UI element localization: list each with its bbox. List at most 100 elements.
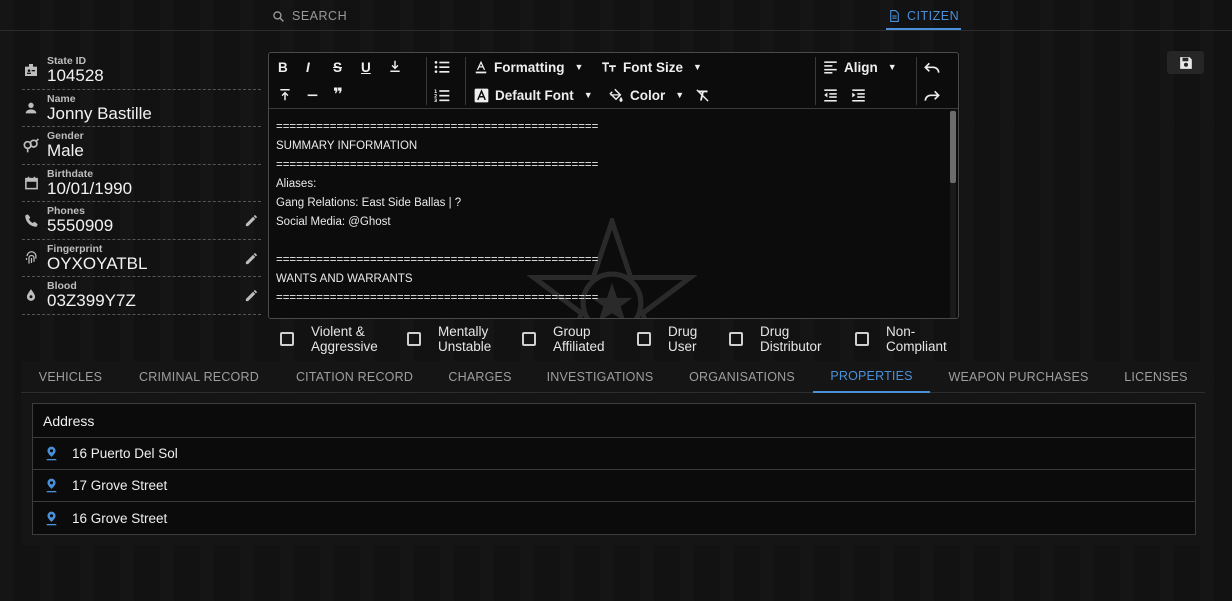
subscript-icon[interactable] <box>388 57 402 75</box>
scrollbar-thumb[interactable] <box>950 111 956 183</box>
table-row[interactable]: 16 Puerto Del Sol <box>33 438 1195 470</box>
editor-line: ========================================… <box>276 254 599 266</box>
numbered-list-icon[interactable]: 123 <box>434 86 450 104</box>
editor-line: ========================================… <box>276 121 599 133</box>
birthdate-row: Birthdate 10/01/1990 <box>22 165 261 202</box>
horizontal-rule-icon[interactable] <box>306 86 319 104</box>
person-icon <box>22 99 40 117</box>
flag-non-compliant[interactable]: Non- Compliant <box>855 324 966 354</box>
flag-label: Affiliated <box>553 339 605 354</box>
default-font-label: Default Font <box>495 87 574 103</box>
color-dropdown[interactable]: Color ▼ <box>608 86 684 104</box>
align-label: Align <box>844 59 878 75</box>
italic-icon[interactable]: I <box>306 58 310 76</box>
state-id-value: 104528 <box>47 66 104 85</box>
id-badge-icon <box>22 61 40 79</box>
editor-line: Social Media: @Ghost <box>276 216 391 228</box>
table-row[interactable]: 17 Grove Street <box>33 470 1195 502</box>
flag-violent-aggressive[interactable]: Violent & Aggressive <box>280 324 391 354</box>
tab-organisations[interactable]: ORGANISATIONS <box>671 361 813 393</box>
flag-group-affiliated[interactable]: Group Affiliated <box>522 324 633 354</box>
notes-rich-text-editor: B I S U Formatting ▼ Font Size ▼ Align ▼… <box>268 52 959 319</box>
checkbox[interactable] <box>729 332 743 346</box>
tab-citation-record[interactable]: CITATION RECORD <box>278 361 431 393</box>
toolbar-divider <box>426 57 427 105</box>
checkbox[interactable] <box>522 332 536 346</box>
edit-phones-icon[interactable] <box>244 213 259 228</box>
flag-label: Unstable <box>438 339 492 354</box>
checkbox[interactable] <box>280 332 294 346</box>
citizen-nav-tab[interactable]: CITIZEN <box>886 9 962 30</box>
tab-charges[interactable]: CHARGES <box>431 361 529 393</box>
table-row[interactable]: 16 Grove Street <box>33 502 1195 534</box>
strikethrough-icon[interactable]: S <box>333 58 342 76</box>
flag-label: Aggressive <box>311 339 378 354</box>
flag-label: Violent & <box>311 324 365 339</box>
toolbar-divider <box>815 57 816 105</box>
clear-format-icon[interactable] <box>695 86 710 104</box>
editor-line: ========================================… <box>276 292 599 304</box>
font-size-dropdown[interactable]: Font Size ▼ <box>601 58 702 76</box>
flag-drug-distributor[interactable]: Drug Distributor <box>729 324 840 354</box>
map-pin-icon <box>46 510 58 526</box>
birthdate-value: 10/01/1990 <box>47 178 133 198</box>
font-family-dropdown[interactable]: Default Font ▼ <box>474 86 593 104</box>
indent-icon[interactable] <box>851 86 866 104</box>
checkbox[interactable] <box>637 332 651 346</box>
bullet-list-icon[interactable] <box>434 58 450 76</box>
editor-line: Gang Relations: East Side Ballas | ? <box>276 197 462 209</box>
tab-vehicles[interactable]: VEHICLES <box>21 361 120 393</box>
paint-bucket-icon <box>609 88 623 102</box>
save-button[interactable] <box>1167 51 1204 74</box>
map-pin-icon <box>46 446 58 462</box>
outdent-icon[interactable] <box>823 86 838 104</box>
editor-content[interactable]: ========================================… <box>269 110 949 318</box>
phones-row: Phones 5550909 <box>22 202 261 240</box>
color-label: Color <box>630 87 666 103</box>
document-icon <box>890 10 899 22</box>
undo-icon[interactable] <box>924 59 940 77</box>
editor-scrollbar[interactable] <box>950 110 956 318</box>
top-nav-bar: SEARCH CITIZEN <box>0 0 1232 31</box>
tab-licenses[interactable]: LICENSES <box>1107 361 1205 393</box>
address-text: 16 Puerto Del Sol <box>72 446 178 461</box>
tab-weapon-purchases[interactable]: WEAPON PURCHASES <box>930 361 1107 393</box>
tab-properties[interactable]: PROPERTIES <box>813 361 930 393</box>
flag-label: Compliant <box>886 339 947 354</box>
formatting-dropdown[interactable]: Formatting ▼ <box>474 58 583 76</box>
edit-fingerprint-icon[interactable] <box>244 251 259 266</box>
flag-label: Distributor <box>760 339 822 354</box>
checkbox[interactable] <box>855 332 869 346</box>
checkbox[interactable] <box>407 332 421 346</box>
superscript-icon[interactable] <box>278 86 292 104</box>
underline-icon[interactable]: U <box>361 58 371 76</box>
align-left-icon <box>824 61 837 74</box>
gender-icon <box>22 136 40 154</box>
map-pin-icon <box>46 478 58 494</box>
formatting-label: Formatting <box>494 59 565 75</box>
properties-table: Address 16 Puerto Del Sol 17 Grove Stree… <box>32 403 1196 535</box>
citizen-info-list: State ID 104528 Name Jonny Bastille Gend… <box>22 52 261 315</box>
gender-row: Gender Male <box>22 127 261 165</box>
tab-criminal-record[interactable]: CRIMINAL RECORD <box>120 361 278 393</box>
redo-icon[interactable] <box>924 87 940 105</box>
table-header: Address <box>33 404 1195 438</box>
phones-value: 5550909 <box>47 216 114 235</box>
editor-line: ========================================… <box>276 159 599 171</box>
blockquote-icon[interactable]: ❞ <box>333 85 343 104</box>
flag-mentally-unstable[interactable]: Mentally Unstable <box>407 324 518 354</box>
name-row: Name Jonny Bastille <box>22 90 261 127</box>
bold-icon[interactable]: B <box>278 58 288 76</box>
search-nav-button[interactable]: SEARCH <box>272 9 347 23</box>
chevron-down-icon: ▼ <box>887 62 897 72</box>
edit-blood-icon[interactable] <box>244 288 259 303</box>
chevron-down-icon: ▼ <box>675 90 685 100</box>
align-dropdown[interactable]: Align ▼ <box>823 58 897 76</box>
flags-row: Violent & Aggressive Mentally Unstable Gro… <box>0 324 1232 358</box>
blood-drop-icon <box>22 286 40 304</box>
gender-value: Male <box>47 141 84 160</box>
calendar-icon <box>22 174 40 192</box>
editor-line: SUMMARY INFORMATION <box>276 140 418 152</box>
tab-investigations[interactable]: INVESTIGATIONS <box>529 361 671 393</box>
